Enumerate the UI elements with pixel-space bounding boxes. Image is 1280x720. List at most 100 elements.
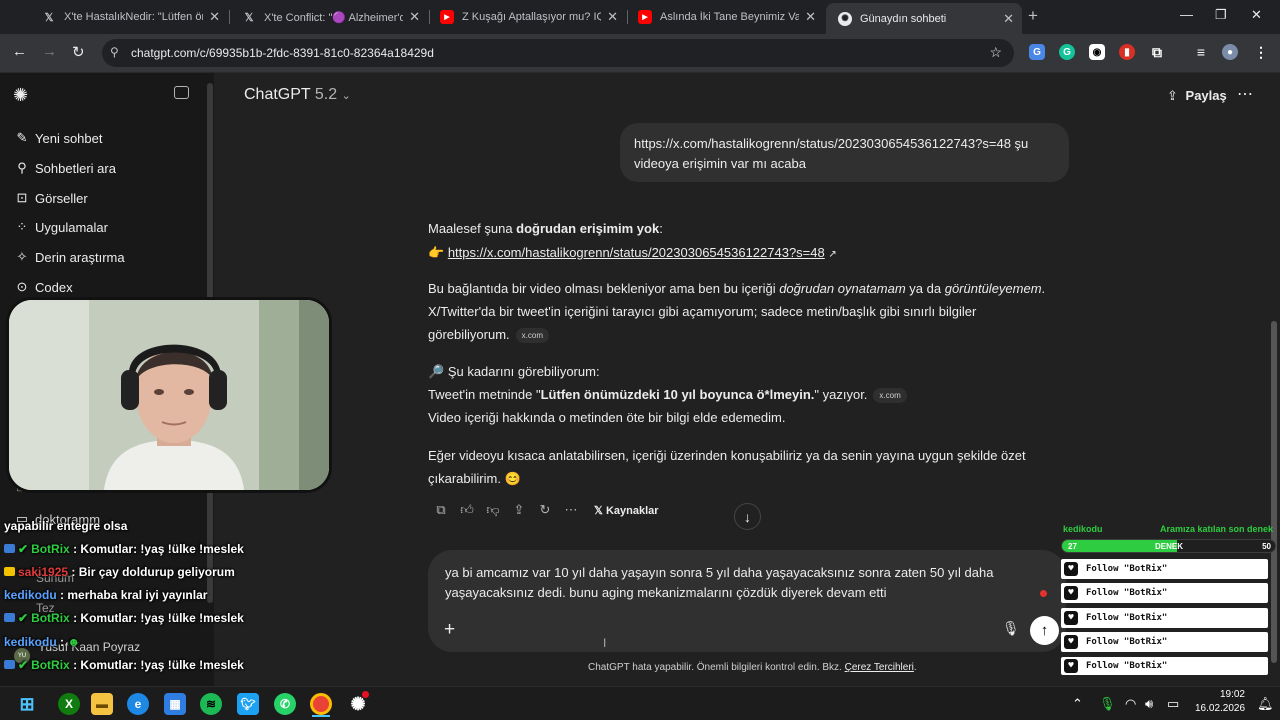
sidebar-item-search[interactable]: ⚲ Sohbetleri ara [14, 160, 116, 176]
close-tab-icon[interactable]: ✕ [409, 9, 420, 25]
sidebar-item-codex[interactable]: ⊙ Codex [14, 279, 73, 295]
more-icon[interactable]: ⋯ [558, 502, 584, 518]
twitter-icon[interactable]: 🐦︎ [237, 693, 259, 715]
regenerate-icon[interactable]: ↻ [532, 502, 558, 518]
assistant-paragraph-2: Bu bağlantıda bir video olması bekleniyo… [428, 279, 1045, 345]
close-tab-icon[interactable]: ✕ [805, 9, 816, 25]
stream-chat-line: yapabilir entegre olsa [4, 519, 127, 533]
cookie-preferences-link[interactable]: Çerez Tercihleri [845, 662, 914, 673]
chat-username: BotRix [31, 542, 70, 556]
share-message-icon[interactable]: ⇪ [506, 502, 532, 518]
source-chip[interactable]: x.com [515, 328, 549, 344]
sidebar-item-new-chat[interactable]: ✎ Yeni sohbet [14, 130, 103, 146]
battery-icon[interactable]: ▭ [1167, 696, 1179, 712]
url-text[interactable]: chatgpt.com/c/69935b1b-2fdc-8391-81c0-82… [131, 46, 434, 60]
tab-title: Z Kuşağı Aptallaşıyor mu? IQ Te [462, 11, 602, 23]
site-info-icon[interactable]: ⚲ [110, 45, 119, 59]
windows-start-icon[interactable]: ⊞ [16, 693, 38, 715]
forward-icon[interactable]: → [42, 43, 57, 60]
follow-alert-text: Follow "BotRix" [1086, 661, 1168, 671]
extension-red-icon[interactable]: ▮ [1119, 44, 1135, 60]
send-button[interactable]: ↑ [1030, 616, 1059, 645]
share-button[interactable]: ⇪ Paylaş [1167, 88, 1227, 104]
file-explorer-icon[interactable]: ▬ [91, 693, 113, 715]
tab-title: Günaydın sohbeti [860, 12, 947, 25]
model-selector[interactable]: ChatGPT 5.2 ⌄ [244, 86, 351, 104]
browser-tab-1[interactable]: 𝕏 X'te HastalıkNedir: "Lütfen önü ✕ [30, 4, 228, 30]
grammarly-extension-icon[interactable]: G [1059, 44, 1075, 60]
close-tab-icon[interactable]: ✕ [607, 9, 618, 25]
browser-tab-active[interactable]: ✺ Günaydın sohbeti ✕ [826, 3, 1022, 34]
scrollbar-thumb[interactable] [1271, 321, 1277, 663]
thumbs-up-icon[interactable]: 👍︎ [454, 502, 480, 518]
follow-alert-text: Follow "BotRix" [1086, 637, 1168, 647]
show-hidden-icons-icon[interactable]: ⌃ [1072, 696, 1083, 712]
page-scrollbar[interactable] [1268, 73, 1280, 686]
extensions-puzzle-icon[interactable]: ⧉ [1149, 44, 1165, 60]
back-icon[interactable]: ← [12, 43, 27, 60]
tweet-link[interactable]: https://x.com/hastalikogrenn/status/2023… [448, 245, 825, 260]
notifications-icon[interactable]: 🔔︎ [1257, 696, 1274, 712]
xbox-icon[interactable]: X [58, 693, 80, 715]
magnifier-icon: 🔎 [428, 364, 445, 379]
microphone-icon[interactable]: 🎙︎ [1002, 620, 1020, 637]
whatsapp-icon[interactable]: ✆ [274, 693, 296, 715]
heart-icon: ♥ [1064, 586, 1078, 600]
tab-title: X'te HastalıkNedir: "Lütfen önü [64, 11, 204, 23]
store-icon[interactable]: ▦ [164, 693, 186, 715]
chat-text: : merhaba kral iyi yayınlar [60, 588, 208, 602]
browser-menu-icon[interactable]: ⋮ [1253, 44, 1269, 60]
browser-tab-4[interactable]: ▶ Aslında İki Tane Beynimiz Var! T ✕ [626, 4, 824, 30]
minimize-icon[interactable]: — [1180, 7, 1193, 22]
taskbar-clock[interactable]: 19:02 16.02.2026 [1195, 688, 1245, 716]
volume-icon[interactable]: 🔊︎ [1145, 696, 1153, 712]
close-window-icon[interactable]: ✕ [1251, 7, 1262, 23]
new-tab-icon[interactable]: + [1028, 6, 1038, 26]
copy-icon[interactable]: ⧉ [428, 502, 454, 518]
attach-plus-icon[interactable]: + [444, 619, 455, 641]
restore-icon[interactable]: ❐ [1215, 7, 1227, 23]
source-chip[interactable]: x.com [873, 388, 907, 404]
sidebar-item-images[interactable]: ⊡ Görseller [14, 190, 88, 206]
close-tab-icon[interactable]: ✕ [1003, 11, 1014, 27]
message-actions: ⧉ 👍︎ 👎︎ ⇪ ↻ ⋯ 𝕏 Kaynaklar [428, 502, 659, 518]
sources-button[interactable]: 𝕏 Kaynaklar [594, 504, 659, 517]
reading-list-icon[interactable]: ≡ [1193, 44, 1209, 60]
sidebar-item-deep-research[interactable]: ✧ Derin araştırma [14, 249, 125, 265]
wifi-icon[interactable]: ◠ [1125, 696, 1136, 712]
thumbs-down-icon[interactable]: 👎︎ [480, 502, 506, 518]
chatgpt-icon: ✺ [838, 11, 852, 26]
extension-icon[interactable]: ◉ [1089, 44, 1105, 60]
edge-icon[interactable]: e [127, 693, 149, 715]
sidebar-toggle-icon[interactable] [174, 86, 189, 99]
browser-tab-2[interactable]: 𝕏 X'te Conflict: "🟣 Alzheimer'da ✕ [230, 4, 428, 30]
close-tab-icon[interactable]: ✕ [209, 9, 220, 25]
microphone-tray-icon[interactable]: 🎙︎ [1099, 696, 1116, 712]
text-italic: görüntüleyemem [944, 281, 1042, 296]
profile-avatar-icon[interactable]: ● [1222, 44, 1238, 60]
youtube-icon: ▶ [440, 10, 454, 24]
prompt-input[interactable]: ya bi amcamız var 10 yıl daha yaşayın so… [445, 563, 1025, 603]
composer[interactable]: ya bi amcamız var 10 yıl daha yaşayın so… [428, 550, 1066, 652]
sidebar-item-label: Görseller [35, 190, 88, 206]
external-link-icon[interactable]: ↗ [828, 249, 836, 260]
spotify-icon[interactable]: ≋ [200, 693, 222, 715]
search-icon: ⚲ [17, 160, 27, 175]
last-follower-name: kedikodu [1063, 524, 1103, 534]
browser-tab-3[interactable]: ▶ Z Kuşağı Aptallaşıyor mu? IQ Te ✕ [428, 4, 626, 30]
scroll-down-button[interactable]: ↓ [734, 503, 761, 530]
chrome-icon[interactable] [310, 693, 332, 715]
more-options-icon[interactable]: ⋯ [1237, 84, 1253, 104]
webcam-overlay [6, 297, 332, 493]
address-bar[interactable]: ⚲ chatgpt.com/c/69935b1b-2fdc-8391-81c0-… [102, 39, 1014, 67]
follow-alert: ♥ Follow "BotRix" [1061, 632, 1268, 652]
x-logo-icon: 𝕏 [594, 504, 603, 517]
translate-extension-icon[interactable]: G [1029, 44, 1045, 60]
tab-title: Aslında İki Tane Beynimiz Var! T [660, 11, 800, 23]
chatgpt-logo-icon[interactable]: ✺ [13, 85, 28, 106]
assistant-paragraph-1: Maalesef şuna doğrudan erişimim yok: [428, 219, 663, 239]
reload-icon[interactable]: ↻ [72, 43, 85, 61]
follower-goal-bar: 27 DENEK 50 [1061, 539, 1276, 553]
sidebar-item-apps[interactable]: ⁘ Uygulamalar [14, 219, 108, 235]
bookmark-star-icon[interactable]: ☆ [989, 44, 1002, 61]
